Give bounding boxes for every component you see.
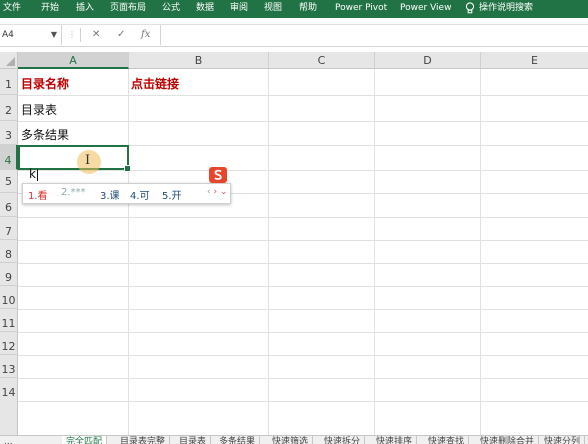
gridline (18, 378, 588, 379)
column-header-b[interactable]: B (129, 52, 269, 69)
tab-view[interactable]: 视图 (264, 0, 282, 18)
gridline (18, 286, 588, 287)
gridline (18, 217, 588, 218)
ribbon-tab-bar: 文件 开始 插入 页面布局 公式 数据 审阅 视图 帮助 Power Pivot… (0, 0, 588, 18)
tab-home[interactable]: 开始 (41, 0, 59, 18)
gridline (18, 263, 588, 264)
enter-icon[interactable]: ✓ (117, 25, 125, 45)
gridline (18, 355, 588, 356)
gridline (18, 401, 588, 402)
text-caret (36, 168, 38, 181)
tab-power-pivot[interactable]: Power Pivot (335, 0, 387, 18)
tab-file[interactable]: 文件 (3, 0, 21, 18)
ime-candidate-window[interactable]: 1.看 2.*** 3.课 4.可 5.开 ‹ › ⌄ (22, 167, 231, 204)
tab-insert[interactable]: 插入 (76, 0, 94, 18)
cell-a2[interactable]: 目录表 (18, 101, 57, 118)
select-all-triangle-icon (6, 57, 15, 66)
gridline (18, 121, 588, 122)
typed-text: k (29, 167, 36, 181)
gridline (18, 332, 588, 333)
cancel-icon[interactable]: ✕ (92, 25, 100, 45)
gridline (18, 309, 588, 310)
gridline (18, 95, 588, 96)
cell-a1[interactable]: 目录名称 (18, 75, 69, 92)
formula-bar: A4 ▼ ⋮ ✕ ✓ fx (0, 24, 588, 47)
insert-function-icon[interactable]: fx (141, 25, 150, 45)
ime-candidate-5[interactable]: 5.开 (162, 187, 182, 202)
tab-review[interactable]: 审阅 (230, 0, 248, 18)
row-header-1[interactable]: 1 (0, 69, 18, 95)
formula-input[interactable] (160, 25, 588, 45)
row-header-2[interactable]: 2 (0, 95, 18, 121)
gridline (128, 69, 129, 435)
cell-a3[interactable]: 多条结果 (18, 126, 69, 143)
ime-candidate-4[interactable]: 4.可 (130, 187, 150, 202)
column-header-d[interactable]: D (375, 52, 481, 69)
row-header-12[interactable]: 12 (0, 332, 18, 355)
tab-power-view[interactable]: Power View (400, 0, 451, 18)
fill-handle[interactable] (124, 165, 131, 172)
row-header-13[interactable]: 13 (0, 355, 18, 378)
sogou-logo-icon (209, 167, 227, 183)
row-header-4[interactable]: 4 (0, 145, 18, 170)
gridline (18, 240, 588, 241)
row-header-14[interactable]: 14 (0, 378, 18, 435)
cell-b1[interactable]: 点击链接 (128, 75, 179, 92)
row-header-11[interactable]: 11 (0, 309, 18, 332)
select-all-corner[interactable] (0, 52, 18, 69)
chevron-right-icon[interactable]: › (213, 187, 217, 197)
chevron-down-icon[interactable]: ▼ (51, 25, 57, 45)
lightbulb-icon[interactable] (463, 1, 477, 15)
name-box-value: A4 (2, 30, 14, 40)
chevron-left-icon[interactable]: ‹ (207, 187, 211, 197)
row-header-5[interactable]: 5 (0, 170, 18, 193)
tab-help[interactable]: 帮助 (299, 0, 317, 18)
column-header-c[interactable]: C (269, 52, 375, 69)
tab-data[interactable]: 数据 (196, 0, 214, 18)
ime-candidate-3[interactable]: 3.课 (100, 187, 120, 202)
row-header-10[interactable]: 10 (0, 286, 18, 309)
name-box[interactable]: A4 ▼ (0, 25, 62, 45)
more-dots-icon: ⋮ (68, 30, 76, 39)
column-header-e[interactable]: E (481, 52, 588, 69)
row-header-6[interactable]: 6 (0, 193, 18, 217)
gridline (374, 69, 375, 435)
gridline (268, 69, 269, 435)
cell-edit-text[interactable]: k (29, 167, 38, 181)
divider (80, 28, 81, 42)
row-header-3[interactable]: 3 (0, 121, 18, 145)
chevron-down-icon[interactable]: ⌄ (220, 187, 228, 197)
row-header-8[interactable]: 8 (0, 240, 18, 263)
gridline (480, 69, 481, 435)
ime-candidate-2[interactable]: 2.*** (61, 187, 86, 198)
column-header-a[interactable]: A (18, 52, 129, 69)
row-header-7[interactable]: 7 (0, 217, 18, 240)
row-header-9[interactable]: 9 (0, 263, 18, 286)
tell-me-search[interactable]: 操作说明搜索 (479, 0, 533, 18)
tab-formulas[interactable]: 公式 (162, 0, 180, 18)
gridline (18, 170, 588, 171)
cell-grid[interactable]: 目录名称 点击链接 目录表 多条结果 I k (18, 69, 588, 435)
ibeam-cursor-icon: I (85, 153, 91, 168)
ime-candidate-1[interactable]: 1.看 (28, 187, 48, 202)
ime-page-arrows[interactable]: ‹ › ⌄ (207, 187, 228, 197)
tab-page-layout[interactable]: 页面布局 (110, 0, 146, 18)
